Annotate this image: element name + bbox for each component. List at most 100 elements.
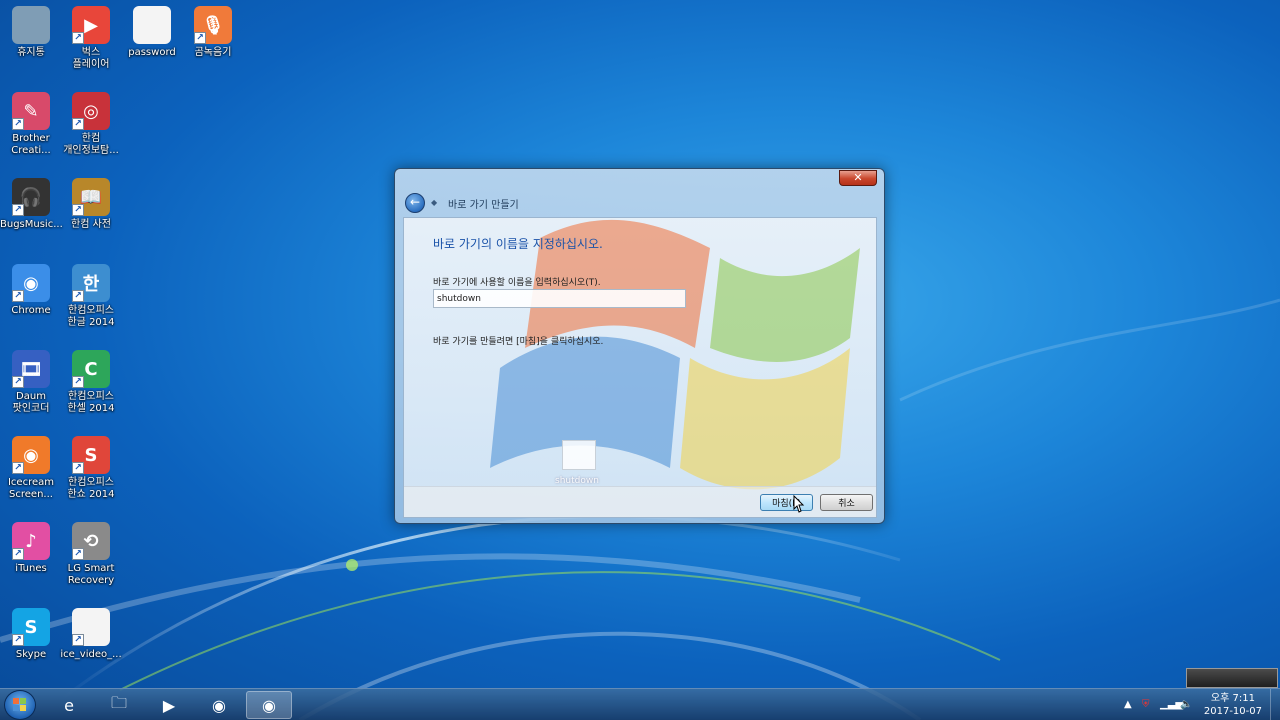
cancel-button[interactable]: 취소	[820, 494, 873, 511]
shortcut-arrow-icon: ↗	[12, 548, 24, 560]
finish-hint: 바로 가기를 만들려면 [마침]을 클릭하십시오.	[433, 337, 604, 347]
app-icon: 한 ↗	[72, 264, 110, 302]
taskbar-icecream-button[interactable]: ◉	[246, 691, 292, 719]
desktop-icon[interactable]: ♪ ↗ iTunes	[0, 522, 62, 575]
app-icon: ▶ ↗	[72, 6, 110, 44]
desktop-icon-label: BugsMusic...	[0, 219, 63, 230]
taskbar-media-player-button[interactable]: ▶	[146, 691, 192, 719]
shortcut-arrow-icon: ↗	[72, 634, 84, 646]
desktop-icon[interactable]: S ↗ Skype	[0, 608, 62, 661]
desktop-icon-label: 벅스 플레이어	[72, 47, 110, 70]
dialog-content: 바로 가기의 이름을 지정하십시오. 바로 가기에 사용할 이름을 입력하십시오…	[403, 217, 877, 518]
desktop-icon[interactable]: 📖 ↗ 한컴 사전	[60, 178, 122, 231]
shortcut-arrow-icon: ↗	[72, 204, 84, 216]
shortcut-preview-label: shutdown	[555, 476, 599, 486]
shortcut-arrow-icon: ↗	[12, 290, 24, 302]
desktop-icon[interactable]: ◎ ↗ 한컴 개인정보탐...	[60, 92, 122, 157]
desktop-icon[interactable]: ⟲ ↗ LG Smart Recovery	[60, 522, 122, 587]
app-icon: ↗	[72, 608, 110, 646]
shortcut-name-input[interactable]	[433, 289, 686, 308]
taskbar-ie-button[interactable]: e	[46, 691, 92, 719]
dialog-title: 바로 가기 만들기	[448, 200, 519, 211]
taskbar-chrome-button[interactable]: ◉	[196, 691, 242, 719]
app-icon: ✎ ↗	[12, 92, 50, 130]
desktop-icon-label: Brother Creati...	[11, 133, 51, 156]
create-shortcut-dialog: ✕ ← ◆ 바로 가기 만들기 바로 가기의 이름을 지정하십시오. 바로 가기…	[394, 168, 885, 524]
windows-logo-icon	[13, 698, 26, 711]
desktop-icon[interactable]: 한 ↗ 한컴오피스 한글 2014	[60, 264, 122, 329]
desktop-icon-label: 한컴오피스 한셀 2014	[67, 391, 115, 414]
shortcut-arrow-icon: ↗	[72, 548, 84, 560]
windows-logo-watermark	[490, 219, 860, 490]
desktop-icon-label: LG Smart Recovery	[67, 563, 115, 586]
desktop-icon-label: 휴지통	[17, 47, 45, 58]
shortcut-arrow-icon: ↗	[12, 204, 24, 216]
app-icon: ◉ ↗	[12, 436, 50, 474]
back-button[interactable]: ←	[405, 193, 425, 213]
explorer-icon: 🗀	[110, 692, 127, 712]
icecream-icon: ◉	[262, 695, 276, 715]
desktop-icon-label: password	[128, 47, 176, 58]
app-icon: S ↗	[12, 608, 50, 646]
chrome-icon: ◉	[212, 695, 226, 715]
security-tray-icon[interactable]: ⛨	[1142, 699, 1150, 710]
taskbar-thumbnail-preview	[1186, 668, 1278, 688]
app-icon: ◎ ↗	[72, 92, 110, 130]
desktop-icon[interactable]: ◉ ↗ Icecream Screen...	[0, 436, 62, 501]
mouse-cursor-icon	[793, 495, 805, 513]
app-icon: 📖 ↗	[72, 178, 110, 216]
app-icon: ◉ ↗	[12, 264, 50, 302]
taskbar-explorer-button[interactable]: 🗀	[96, 691, 142, 719]
desktop-icon-label: Icecream Screen...	[7, 477, 54, 500]
desktop-icon-label: 곰녹음기	[194, 47, 232, 58]
shortcut-arrow-icon: ↗	[72, 118, 84, 130]
desktop-icon[interactable]: ▶ ↗ 벅스 플레이어	[60, 6, 122, 71]
start-button[interactable]	[4, 690, 36, 720]
taskbar: e 🗀 ▶ ◉ ◉ ▲ ⛨ ▁▃▅ 🔈 오후 7:11 2017-10-07	[0, 688, 1280, 720]
app-icon	[12, 6, 50, 44]
desktop-icon-label: 한컴오피스 한글 2014	[67, 305, 115, 328]
name-prompt-label: 바로 가기에 사용할 이름을 입력하십시오(T).	[433, 278, 601, 288]
volume-icon[interactable]: 🔈	[1180, 699, 1192, 710]
desktop-icon[interactable]: 🎞 ↗ Daum 팟인코더	[0, 350, 62, 415]
media-player-icon: ▶	[162, 695, 176, 715]
app-icon: S ↗	[72, 436, 110, 474]
close-button[interactable]: ✕	[839, 170, 877, 186]
desktop-icon-label: 한컴 사전	[71, 219, 111, 230]
desktop-icon[interactable]: password	[121, 6, 183, 59]
dialog-heading: 바로 가기의 이름을 지정하십시오.	[433, 237, 603, 251]
finish-button[interactable]: 마침(F)	[760, 494, 813, 511]
desktop-icon[interactable]: 휴지통	[0, 6, 62, 59]
shortcut-preview-icon	[562, 440, 596, 470]
desktop-icon[interactable]: 🎙 ↗ 곰녹음기	[182, 6, 244, 59]
close-icon: ✕	[853, 171, 863, 184]
shortcut-arrow-icon: ↗	[72, 290, 84, 302]
desktop-icon[interactable]: ✎ ↗ Brother Creati...	[0, 92, 62, 157]
desktop-icon-label: Daum 팟인코더	[12, 391, 50, 414]
shortcut-arrow-icon: ↗	[12, 462, 24, 474]
desktop-icon[interactable]: S ↗ 한컴오피스 한쇼 2014	[60, 436, 122, 501]
shortcut-arrow-icon: ↗	[72, 462, 84, 474]
back-arrow-icon: ←	[409, 195, 421, 209]
desktop-icon-label: iTunes	[15, 563, 47, 574]
desktop-icon-label: 한컴 개인정보탐...	[63, 133, 119, 156]
desktop-icon[interactable]: ◉ ↗ Chrome	[0, 264, 62, 317]
desktop-icon-label: Chrome	[11, 305, 51, 316]
desktop-icon[interactable]: C ↗ 한컴오피스 한셀 2014	[60, 350, 122, 415]
shortcut-arrow-icon: ↗	[12, 376, 24, 388]
desktop-icon-label: 한컴오피스 한쇼 2014	[67, 477, 115, 500]
show-desktop-button[interactable]	[1270, 689, 1280, 720]
clock-date: 2017-10-07	[1203, 706, 1262, 717]
app-icon: ♪ ↗	[12, 522, 50, 560]
clock[interactable]: 오후 7:11 2017-10-07	[1204, 692, 1262, 718]
desktop-icon[interactable]: 🎧 ↗ BugsMusic...	[0, 178, 63, 231]
system-tray: ▲ ⛨ ▁▃▅ 🔈 오후 7:11 2017-10-07	[1110, 689, 1280, 720]
desktop-icon[interactable]: ↗ ice_video_...	[60, 608, 122, 661]
ie-icon: e	[64, 695, 74, 715]
show-hidden-icons-button[interactable]: ▲	[1124, 699, 1132, 710]
shortcut-wizard-icon: ◆	[431, 198, 438, 207]
app-icon: C ↗	[72, 350, 110, 388]
dialog-footer: 마침(F) 취소	[404, 486, 876, 517]
shortcut-arrow-icon: ↗	[72, 32, 84, 44]
shortcut-arrow-icon: ↗	[12, 634, 24, 646]
